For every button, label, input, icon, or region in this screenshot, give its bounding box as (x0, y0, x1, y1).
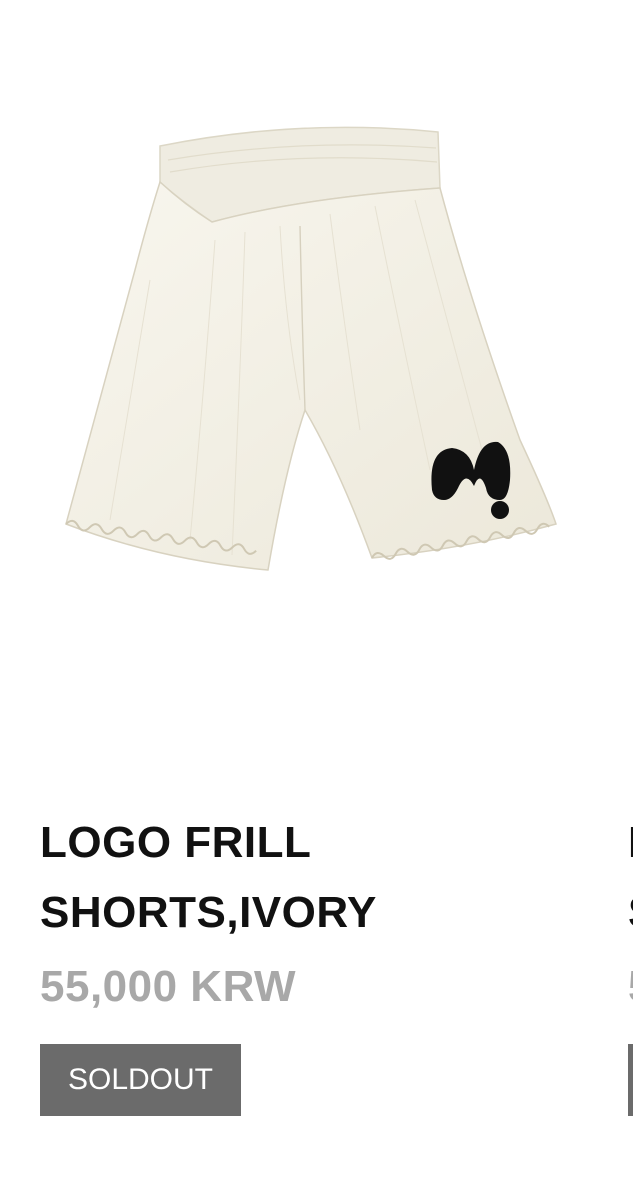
product-card[interactable]: LOGO FRILL SHORTS,IVORY 55,000 KRW SOLDO… (0, 0, 600, 1200)
next-product-title-line-1[interactable]: L (628, 808, 633, 878)
next-product-title[interactable]: L S (628, 808, 633, 948)
next-product-title-line-2[interactable]: S (628, 878, 633, 948)
next-product-price: 5 (628, 957, 633, 1017)
product-title-line-1[interactable]: LOGO FRILL (40, 808, 560, 878)
product-title-line-2[interactable]: SHORTS,IVORY (40, 878, 560, 948)
product-title[interactable]: LOGO FRILL SHORTS,IVORY (40, 808, 560, 948)
soldout-button[interactable]: SOLDOUT (40, 1044, 241, 1116)
next-soldout-button[interactable] (628, 1044, 633, 1116)
next-product-card[interactable]: L S 5 (628, 0, 633, 1200)
product-image[interactable] (0, 0, 600, 760)
product-list: LOGO FRILL SHORTS,IVORY 55,000 KRW SOLDO… (0, 0, 633, 1200)
product-price: 55,000 KRW (40, 962, 297, 1011)
